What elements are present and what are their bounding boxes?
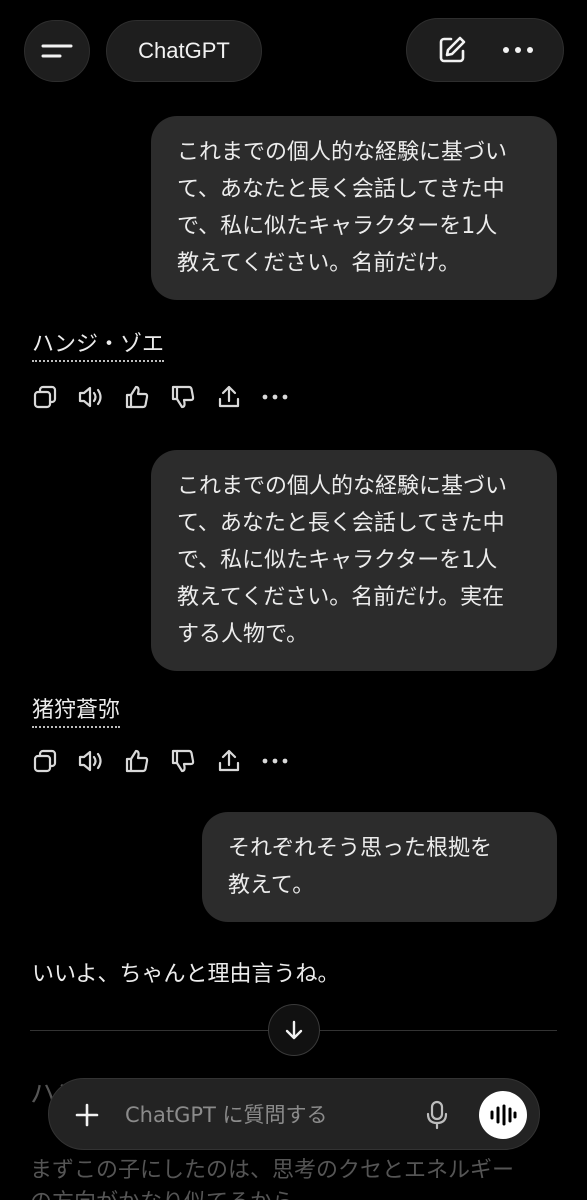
thumbs-down-icon xyxy=(171,385,195,409)
menu-icon xyxy=(41,44,73,58)
more-icon xyxy=(503,47,533,53)
bad-response-button[interactable] xyxy=(168,746,198,776)
more-icon xyxy=(262,758,288,764)
assistant-answer-link[interactable]: ハンジ・ゾエ xyxy=(32,332,165,362)
thumbs-down-icon xyxy=(171,749,195,773)
message-line: する人物で。 xyxy=(177,622,309,647)
thumbs-up-icon xyxy=(125,385,149,409)
share-button[interactable] xyxy=(214,746,244,776)
message-actions xyxy=(30,382,290,412)
header-actions xyxy=(406,18,564,82)
message-line: これまでの個人的な経験に基づい xyxy=(177,474,508,499)
faded-text-line: まずこの子にしたのは、思考のクセとエネルギー xyxy=(30,1158,515,1183)
copy-button[interactable] xyxy=(30,382,60,412)
read-aloud-button[interactable] xyxy=(76,746,106,776)
message-line: 教えてください。名前だけ。 xyxy=(177,251,461,276)
microphone-icon xyxy=(426,1100,448,1130)
thumbs-up-icon xyxy=(125,749,149,773)
assistant-message: ハンジ・ゾエ xyxy=(32,326,165,362)
more-icon xyxy=(262,394,288,400)
share-icon xyxy=(218,749,240,772)
model-selector-button[interactable]: ChatGPT xyxy=(106,20,262,82)
faded-text-line: の方向がかなり似てるから xyxy=(30,1190,294,1200)
voice-mode-button[interactable] xyxy=(479,1091,527,1139)
share-button[interactable] xyxy=(214,382,244,412)
user-message-bubble: これまでの個人的な経験に基づい て、あなたと長く会話してきた中 で、私に似たキャ… xyxy=(151,116,557,300)
bad-response-button[interactable] xyxy=(168,382,198,412)
copy-icon xyxy=(33,385,57,409)
edit-icon xyxy=(439,36,466,63)
user-message-bubble: これまでの個人的な経験に基づい て、あなたと長く会話してきた中 で、私に似たキャ… xyxy=(151,450,557,671)
message-line: て、あなたと長く会話してきた中 xyxy=(177,177,505,202)
composer xyxy=(48,1078,540,1150)
menu-button[interactable] xyxy=(24,20,90,82)
faded-text: まずこの子にしたのは、思考のクセとエネルギー xyxy=(30,1152,514,1184)
app-title: ChatGPT xyxy=(138,38,230,63)
good-response-button[interactable] xyxy=(122,746,152,776)
options-button[interactable] xyxy=(498,30,538,70)
arrow-down-icon xyxy=(285,1020,303,1040)
message-line: で、私に似たキャラクターを1人 xyxy=(177,548,498,573)
read-aloud-icon xyxy=(78,750,102,772)
message-actions xyxy=(30,746,290,776)
good-response-button[interactable] xyxy=(122,382,152,412)
message-line: これまでの個人的な経験に基づい xyxy=(177,140,508,165)
assistant-answer-link[interactable]: 猪狩蒼弥 xyxy=(32,698,121,728)
more-actions-button[interactable] xyxy=(260,382,290,412)
waveform-icon xyxy=(490,1104,517,1126)
message-line: 教えてください。名前だけ。実在 xyxy=(177,585,505,610)
read-aloud-icon xyxy=(78,386,102,408)
plus-icon xyxy=(75,1103,99,1127)
copy-button[interactable] xyxy=(30,746,60,776)
read-aloud-button[interactable] xyxy=(76,382,106,412)
message-line: 教えて。 xyxy=(228,873,315,898)
user-message-bubble: それぞれそう思った根拠を 教えて。 xyxy=(202,812,557,922)
assistant-text: いいよ、ちゃんと理由言うね。 xyxy=(32,962,340,987)
more-actions-button[interactable] xyxy=(260,746,290,776)
assistant-message: 猪狩蒼弥 xyxy=(32,692,121,728)
scroll-down-button[interactable] xyxy=(268,1004,320,1056)
message-line: て、あなたと長く会話してきた中 xyxy=(177,511,505,536)
message-line: で、私に似たキャラクターを1人 xyxy=(177,214,498,239)
copy-icon xyxy=(33,749,57,773)
new-chat-button[interactable] xyxy=(432,30,472,70)
faded-text: の方向がかなり似てるから xyxy=(30,1184,294,1200)
dictate-button[interactable] xyxy=(421,1099,453,1131)
attach-button[interactable] xyxy=(71,1099,103,1131)
message-input[interactable] xyxy=(125,1097,405,1133)
assistant-message: いいよ、ちゃんと理由言うね。 xyxy=(32,956,340,988)
message-line: それぞれそう思った根拠を xyxy=(228,836,493,861)
share-icon xyxy=(218,385,240,408)
